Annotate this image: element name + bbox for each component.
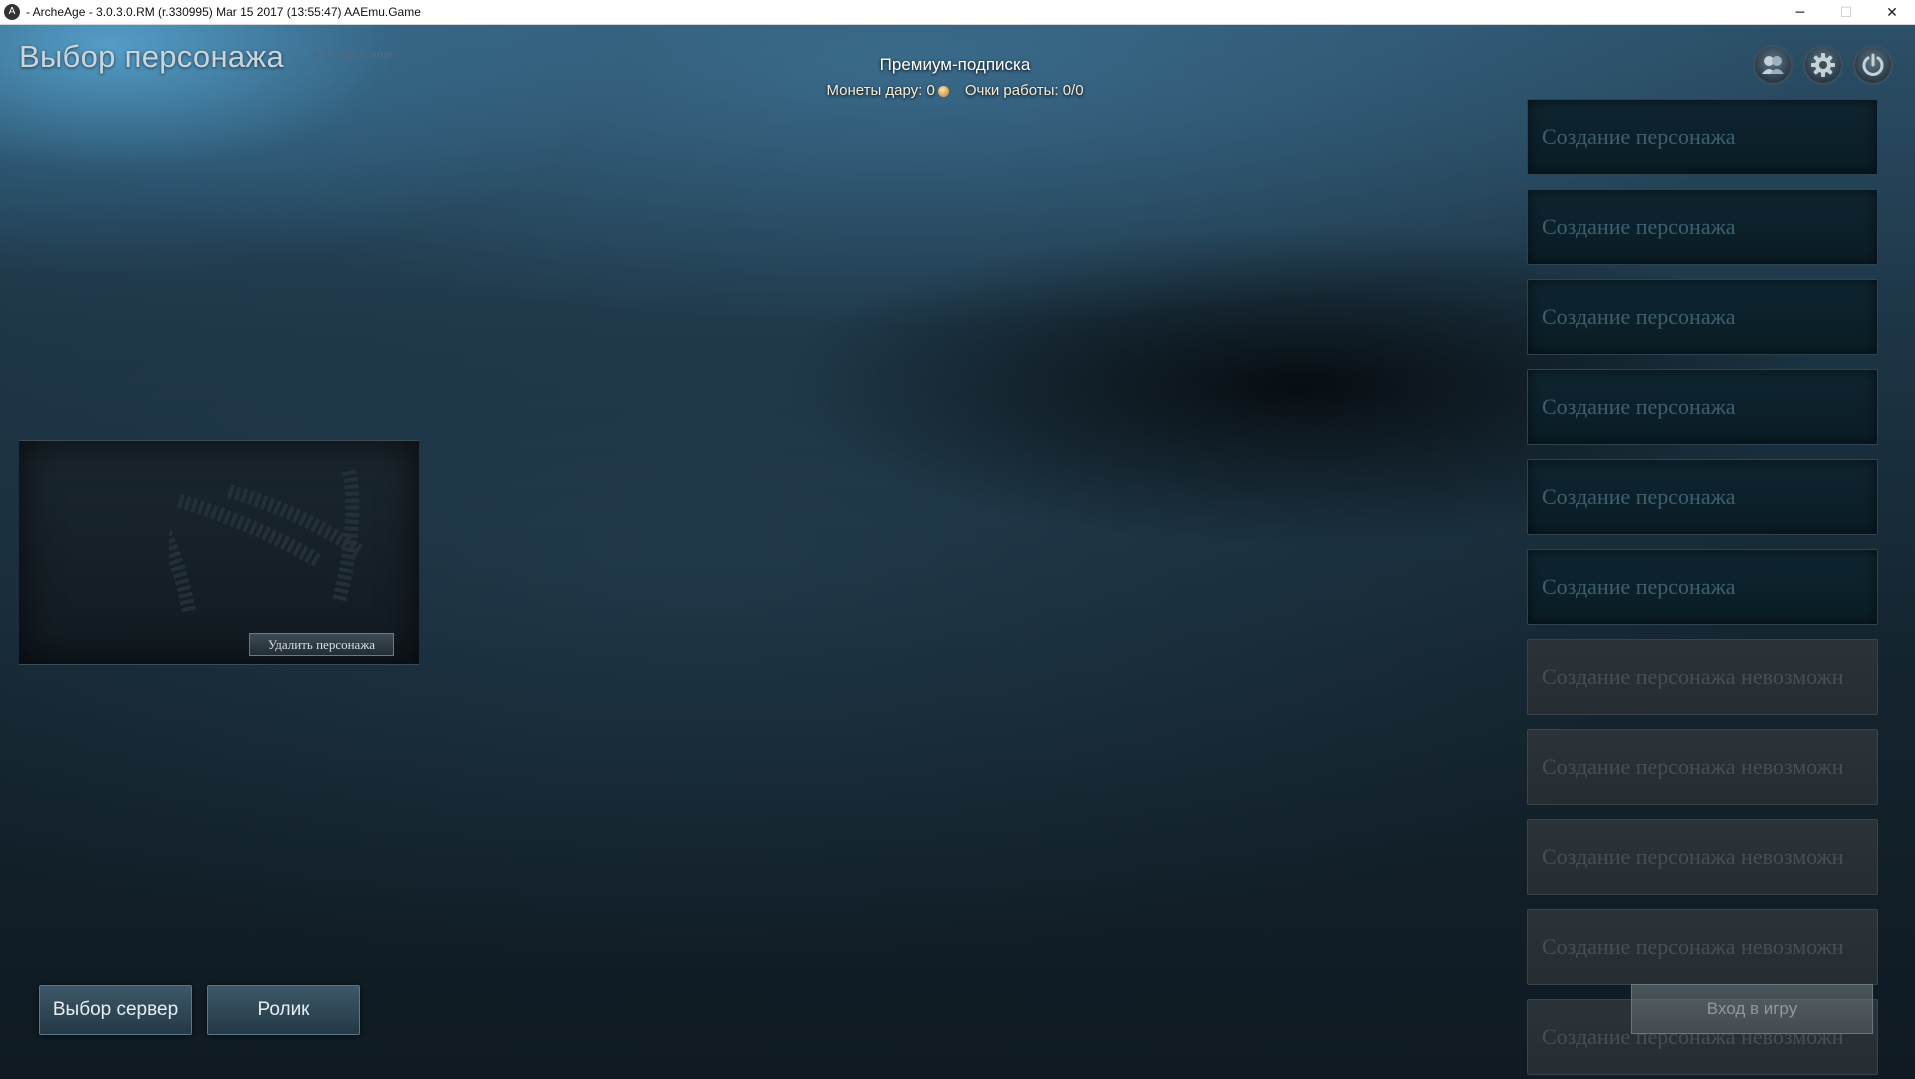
character-slot[interactable]: Создание персонажа: [1527, 189, 1878, 265]
server-select-button[interactable]: Выбор сервер: [39, 985, 192, 1035]
delete-character-button[interactable]: Удалить персонажа: [249, 633, 394, 656]
work-points-label: Очки работы: 0/0: [964, 82, 1084, 99]
character-slot[interactable]: Создание персонажа: [1527, 369, 1878, 445]
enter-game-button[interactable]: Вход в игру: [1631, 984, 1873, 1034]
character-slot-locked: Создание персонажа невозможн: [1527, 729, 1878, 805]
character-slot-locked: Создание персонажа невозможн: [1527, 639, 1878, 715]
friends-icon: [1762, 56, 1784, 74]
friends-button[interactable]: [1753, 45, 1793, 85]
coins-label: Монеты дару: 0: [826, 82, 935, 99]
character-slot[interactable]: Создание персонажа: [1527, 99, 1878, 175]
character-slot[interactable]: Создание персонажа: [1527, 549, 1878, 625]
window-title-bar: A - ArcheAge - 3.0.3.0.RM (r.330995) Mar…: [0, 0, 1915, 25]
gear-icon: [1811, 53, 1835, 77]
premium-subscription-link[interactable]: Премиум-подписка: [700, 55, 1210, 75]
coin-icon: [937, 85, 949, 97]
coins-display: Монеты дару: 0: [826, 82, 949, 99]
window-title: - ArcheAge - 3.0.3.0.RM (r.330995) Mar 1…: [26, 5, 421, 19]
archeage-logo-icon: A: [4, 4, 20, 20]
film-reel-icon: [169, 469, 363, 613]
character-slot[interactable]: Создание персонажа: [1527, 459, 1878, 535]
minimize-button[interactable]: ─: [1777, 0, 1823, 25]
character-slot[interactable]: Создание персонажа: [1527, 279, 1878, 355]
game-viewport: Выбор персонажа AAEmu.Game Премиум-подпи…: [0, 25, 1915, 1079]
premium-stats: Монеты дару: 0 Очки работы: 0/0: [700, 82, 1210, 99]
close-button[interactable]: ✕: [1869, 0, 1915, 25]
exit-button[interactable]: [1853, 45, 1893, 85]
window-controls: ─ ☐ ✕: [1777, 0, 1915, 25]
character-preview-panel: Удалить персонажа: [19, 440, 419, 665]
maximize-button[interactable]: ☐: [1823, 0, 1869, 25]
power-icon: [1862, 53, 1884, 76]
character-slot-locked: Создание персонажа невозможн: [1527, 909, 1878, 985]
brand-label: AAEmu.Game: [311, 46, 393, 61]
character-slot-locked: Создание персонажа невозможн: [1527, 819, 1878, 895]
video-button[interactable]: Ролик: [207, 985, 360, 1035]
settings-button[interactable]: [1803, 45, 1843, 85]
page-title: Выбор персонажа: [19, 39, 285, 74]
